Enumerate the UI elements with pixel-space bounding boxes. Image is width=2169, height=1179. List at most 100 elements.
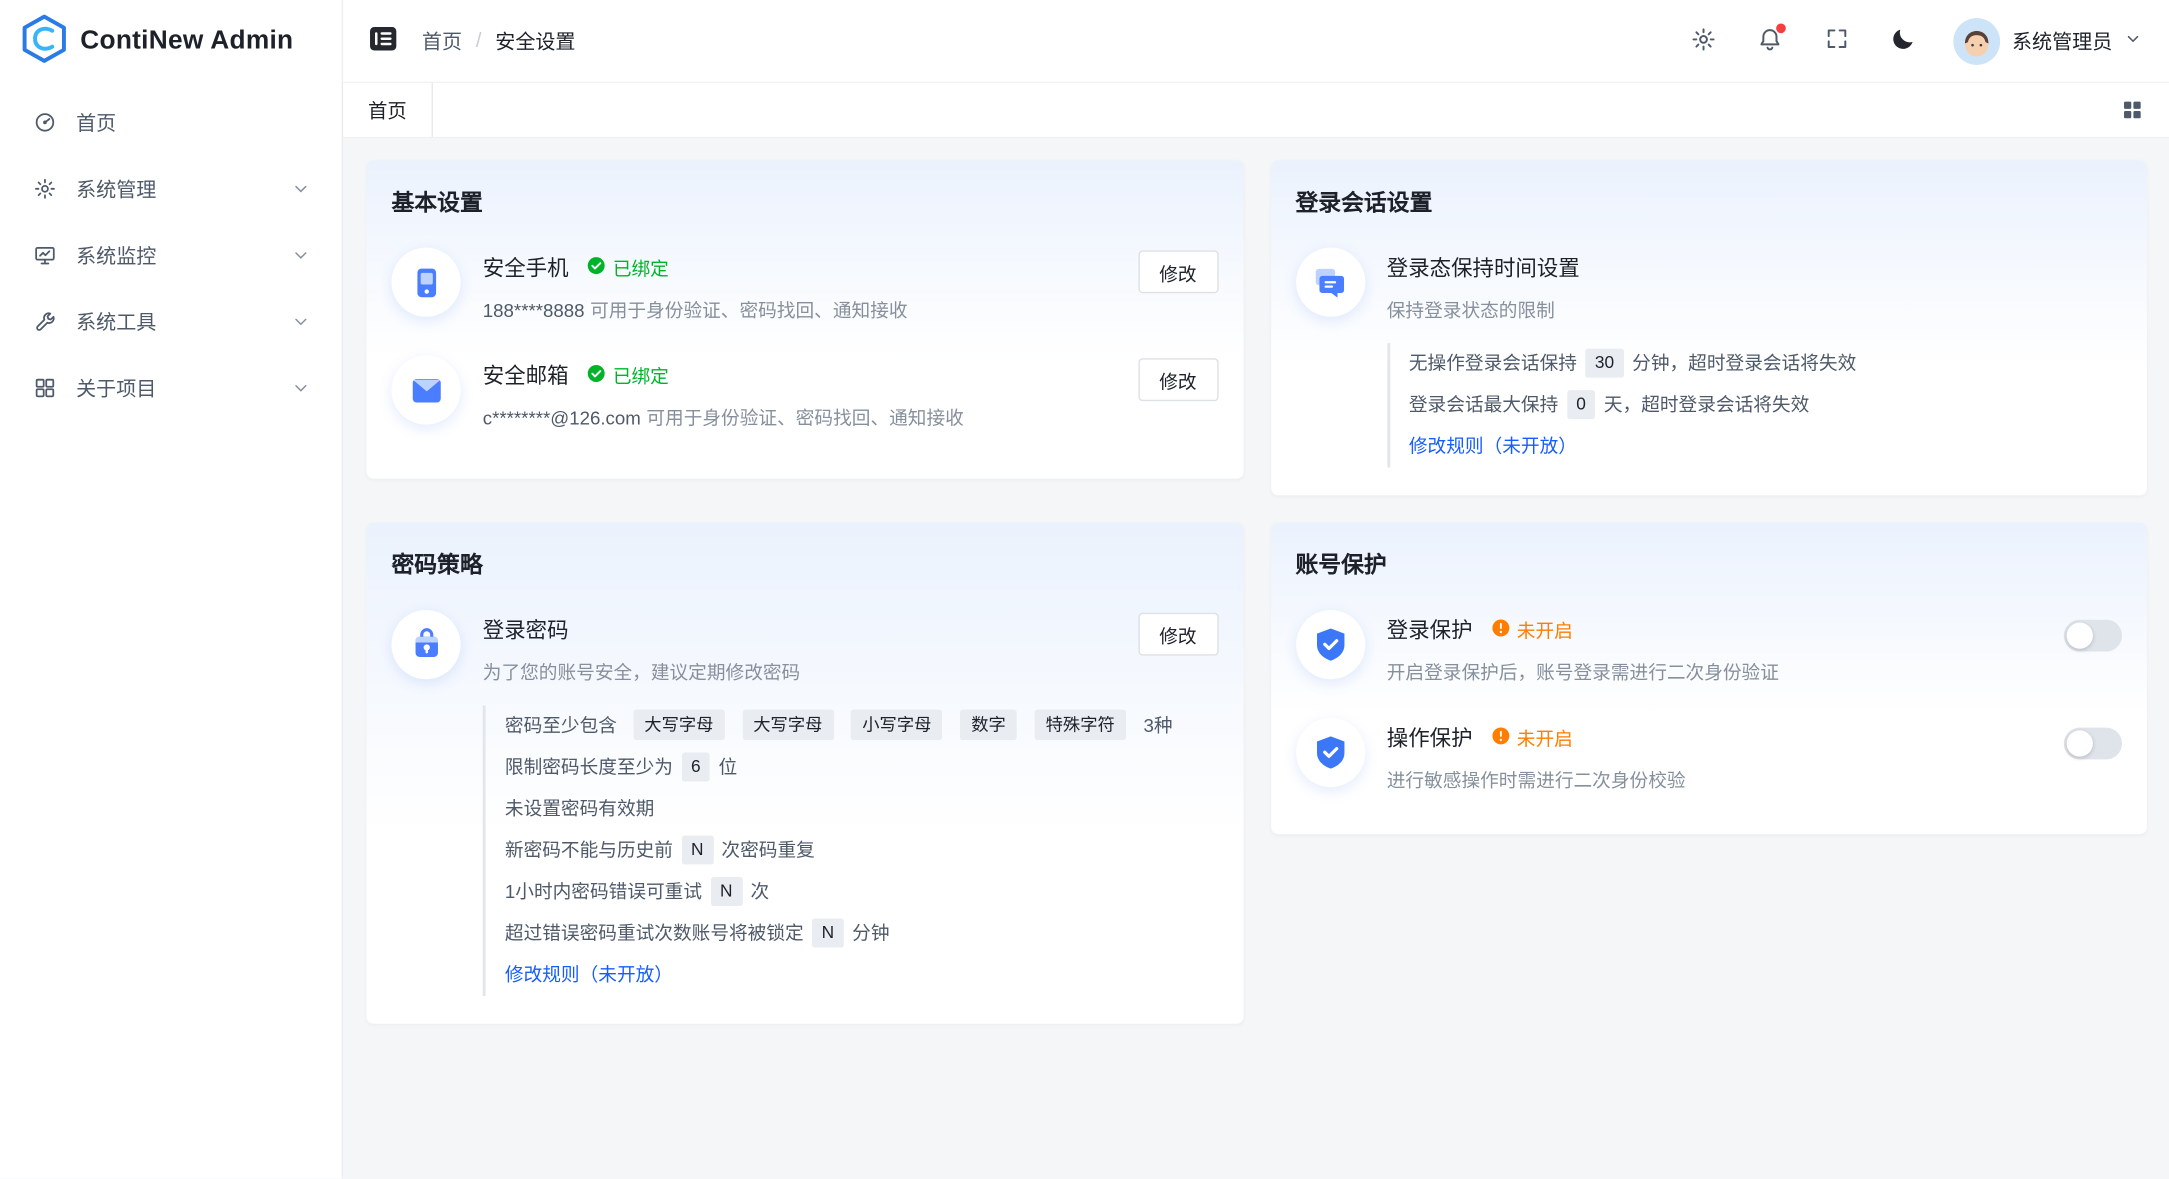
item-desc: 为了您的账号安全，建议定期修改密码 xyxy=(483,657,1116,685)
card-basic-settings: 基本设置 安全手机 xyxy=(367,160,1243,478)
app-title: ContiNew Admin xyxy=(80,26,293,56)
not-enabled-badge: 未开启 xyxy=(1491,723,1573,751)
item-desc: 开启登录保护后，账号登录需进行二次身份验证 xyxy=(1387,657,2042,685)
top-bar-actions: 系统管理员 xyxy=(1687,17,2141,64)
password-type-tag: 特殊字符 xyxy=(1035,710,1126,740)
menu-collapse-icon xyxy=(367,22,400,59)
apps-grid-icon[interactable] xyxy=(2121,98,2145,122)
top-bar: 首页 / 安全设置 xyxy=(343,0,2169,83)
breadcrumb-separator: / xyxy=(476,30,482,52)
tab-label: 首页 xyxy=(368,96,407,124)
card-password-policy: 密码策略 xyxy=(367,523,1243,1024)
page-content: 基本设置 安全手机 xyxy=(343,138,2169,1178)
notification-dot xyxy=(1775,23,1785,33)
toggle-knob xyxy=(2067,622,2093,648)
breadcrumb-current: 安全设置 xyxy=(495,26,575,55)
rule-line: 新密码不能与历史前N次密码重复 xyxy=(505,830,1218,871)
moon-icon xyxy=(1890,26,1916,56)
rule-line: 限制密码长度至少为6位 xyxy=(505,747,1218,788)
item-title: 登录密码 xyxy=(483,614,569,644)
masked-email: c********@126.com xyxy=(483,408,641,429)
tab-bar: 首页 xyxy=(343,83,2169,138)
card-title: 登录会话设置 xyxy=(1295,184,2122,217)
sidebar-item-about-project[interactable]: 关于项目 xyxy=(14,360,328,417)
session-rule-link[interactable]: 修改规则（未开放） xyxy=(1409,426,1577,467)
toggle-knob xyxy=(2067,730,2093,756)
app-window: ContiNew Admin 首页 系统管理 xyxy=(0,0,2169,1179)
card-account-protection: 账号保护 登录保护 xyxy=(1271,523,2147,834)
card-title: 账号保护 xyxy=(1295,546,2122,579)
sidebar-item-system-monitor[interactable]: 系统监控 xyxy=(14,227,328,284)
bound-badge: 已绑定 xyxy=(587,253,669,281)
item-title: 安全邮箱 xyxy=(483,360,569,390)
app-logo[interactable]: ContiNew Admin xyxy=(0,0,342,83)
tab-home[interactable]: 首页 xyxy=(342,83,433,137)
item-desc: 188****8888可用于身份验证、密码找回、通知接收 xyxy=(483,295,1116,323)
monitor-icon xyxy=(32,243,57,267)
password-rule-link[interactable]: 修改规则（未开放） xyxy=(505,954,673,995)
sidebar-item-system-tools[interactable]: 系统工具 xyxy=(14,293,328,350)
security-phone-row: 安全手机 已绑定 188****8888可用于身份验证、密码找回、通知接收 xyxy=(391,248,1218,323)
sidebar-item-label: 系统监控 xyxy=(76,241,156,270)
lock-icon xyxy=(391,610,460,679)
chevron-down-icon xyxy=(292,246,310,264)
sidebar-item-label: 系统管理 xyxy=(76,174,156,203)
session-rules: 无操作登录会话保持30分钟，超时登录会话将失效 登录会话最大保持0天，超时登录会… xyxy=(1387,343,2122,467)
warning-circle-icon xyxy=(1491,726,1510,750)
warning-circle-icon xyxy=(1491,618,1510,642)
sidebar-item-label: 关于项目 xyxy=(76,373,156,402)
value-tag: N xyxy=(812,919,844,948)
item-desc: 保持登录状态的限制 xyxy=(1387,295,2122,323)
session-keep-row: 登录态保持时间设置 保持登录状态的限制 xyxy=(1295,248,2122,323)
chat-icon xyxy=(1295,248,1364,317)
breadcrumb: 首页 / 安全设置 xyxy=(422,26,576,55)
check-circle-icon xyxy=(587,363,606,387)
sidebar-item-home[interactable]: 首页 xyxy=(14,94,328,151)
password-type-tag: 数字 xyxy=(960,710,1017,740)
modify-password-button[interactable]: 修改 xyxy=(1138,613,1218,656)
rule-line: 1小时内密码错误可重试N次 xyxy=(505,871,1218,912)
wrench-icon xyxy=(32,310,57,334)
password-rules: 密码至少包含 大写字母 大写字母 小写字母 数字 特殊字符 3种 限制密码长度至… xyxy=(483,705,1218,995)
operation-protection-row: 操作保护 未开启 进行敏感操作时需进行二次身份校验 xyxy=(1295,718,2122,793)
modify-phone-button[interactable]: 修改 xyxy=(1138,250,1218,293)
chevron-down-icon xyxy=(292,379,310,397)
chevron-down-icon xyxy=(292,180,310,198)
password-type-tag: 大写字母 xyxy=(742,710,833,740)
operation-protection-toggle[interactable] xyxy=(2064,728,2122,760)
login-protection-toggle[interactable] xyxy=(2064,620,2122,652)
rule-line: 无操作登录会话保持30分钟，超时登录会话将失效 xyxy=(1409,343,2122,384)
item-title: 登录保护 xyxy=(1387,614,1473,644)
dark-mode-button[interactable] xyxy=(1886,24,1919,57)
modify-email-button[interactable]: 修改 xyxy=(1138,358,1218,401)
value-tag: 6 xyxy=(681,753,710,782)
item-title: 操作保护 xyxy=(1387,722,1473,752)
breadcrumb-home[interactable]: 首页 xyxy=(422,26,462,55)
chevron-down-icon xyxy=(292,313,310,331)
sidebar-collapse-button[interactable] xyxy=(367,22,400,59)
dashboard-icon xyxy=(32,111,57,135)
rule-line: 超过错误密码重试次数账号将被锁定N分钟 xyxy=(505,913,1218,954)
security-email-row: 安全邮箱 已绑定 c********@126.com可用于身份验证、密码找回、通… xyxy=(391,356,1218,431)
gear-icon xyxy=(32,177,57,201)
sidebar-item-system-management[interactable]: 系统管理 xyxy=(14,160,328,217)
fullscreen-button[interactable] xyxy=(1820,24,1853,57)
masked-phone: 188****8888 xyxy=(483,300,585,321)
notifications-button[interactable] xyxy=(1753,24,1786,57)
user-name: 系统管理员 xyxy=(2012,26,2112,55)
item-title: 安全手机 xyxy=(483,252,569,282)
item-desc: 进行敏感操作时需进行二次身份校验 xyxy=(1387,765,2042,793)
shield-check-icon xyxy=(1295,718,1364,787)
sidebar-item-label: 首页 xyxy=(76,108,116,137)
password-type-tag: 大写字母 xyxy=(633,710,724,740)
login-protection-row: 登录保护 未开启 开启登录保护后，账号登录需进行二次身份验证 xyxy=(1295,610,2122,685)
sidebar: ContiNew Admin 首页 系统管理 xyxy=(0,0,343,1179)
fullscreen-icon xyxy=(1824,26,1849,55)
rule-line-include: 密码至少包含 大写字母 大写字母 小写字母 数字 特殊字符 3种 xyxy=(505,705,1218,746)
check-circle-icon xyxy=(587,255,606,279)
settings-button[interactable] xyxy=(1687,24,1720,57)
gear-icon xyxy=(1690,26,1716,56)
sidebar-menu: 首页 系统管理 xyxy=(0,83,342,427)
card-session-settings: 登录会话设置 登录态保持时间设置 xyxy=(1271,160,2147,495)
user-menu[interactable]: 系统管理员 xyxy=(1953,17,2142,64)
